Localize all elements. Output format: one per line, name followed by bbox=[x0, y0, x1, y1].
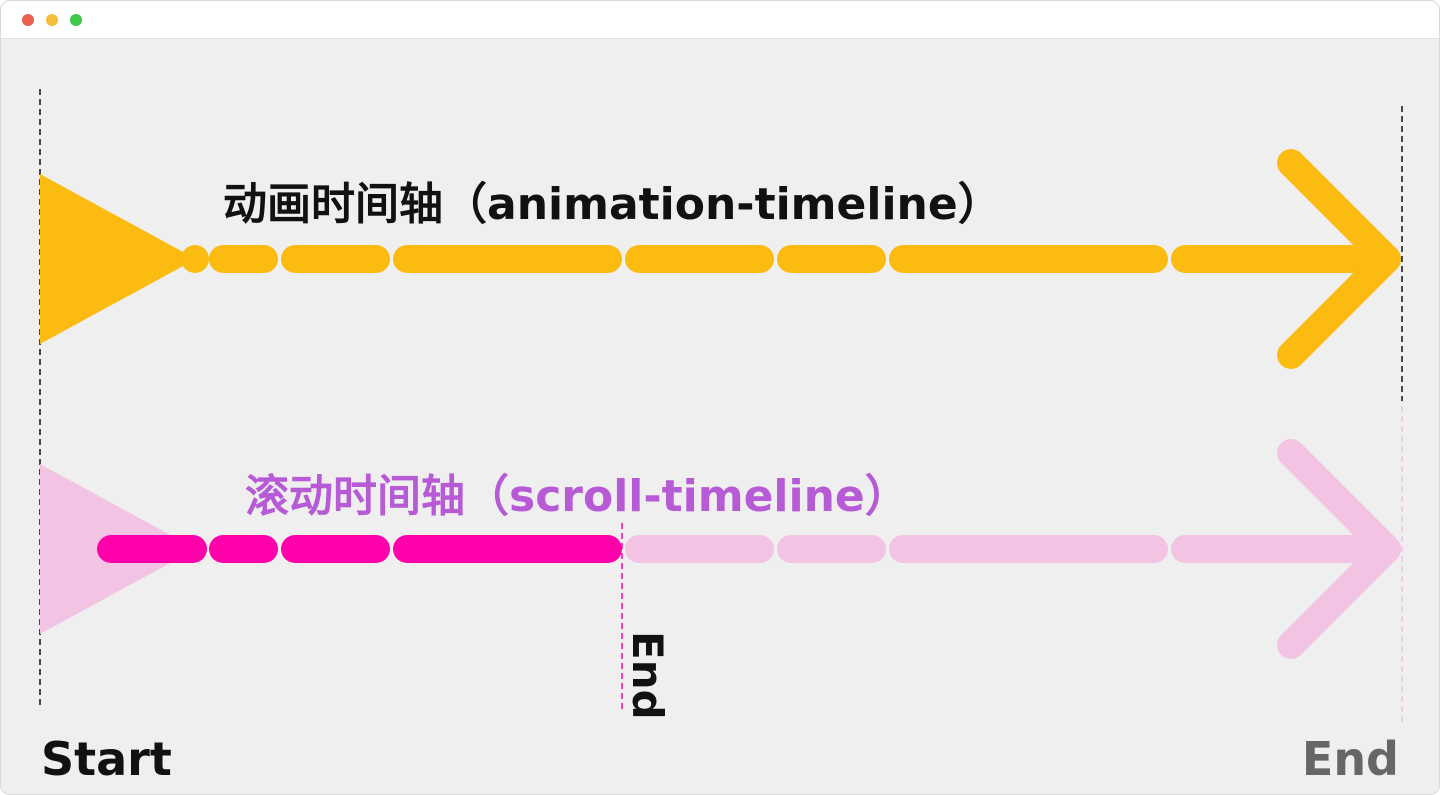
scroll-end-label: End bbox=[623, 631, 672, 720]
end-label: End bbox=[1302, 732, 1399, 786]
animation-timeline-label: 动画时间轴（animation-timeline） bbox=[223, 179, 1002, 230]
app-window: 动画时间轴（animation-timeline） 滚动时间轴（scroll-t… bbox=[0, 0, 1440, 795]
start-label: Start bbox=[41, 732, 172, 786]
scroll-timeline-label: 滚动时间轴（scroll-timeline） bbox=[245, 471, 909, 522]
timeline-diagram: 动画时间轴（animation-timeline） 滚动时间轴（scroll-t… bbox=[39, 89, 1403, 786]
animation-timeline-tail bbox=[40, 174, 196, 344]
